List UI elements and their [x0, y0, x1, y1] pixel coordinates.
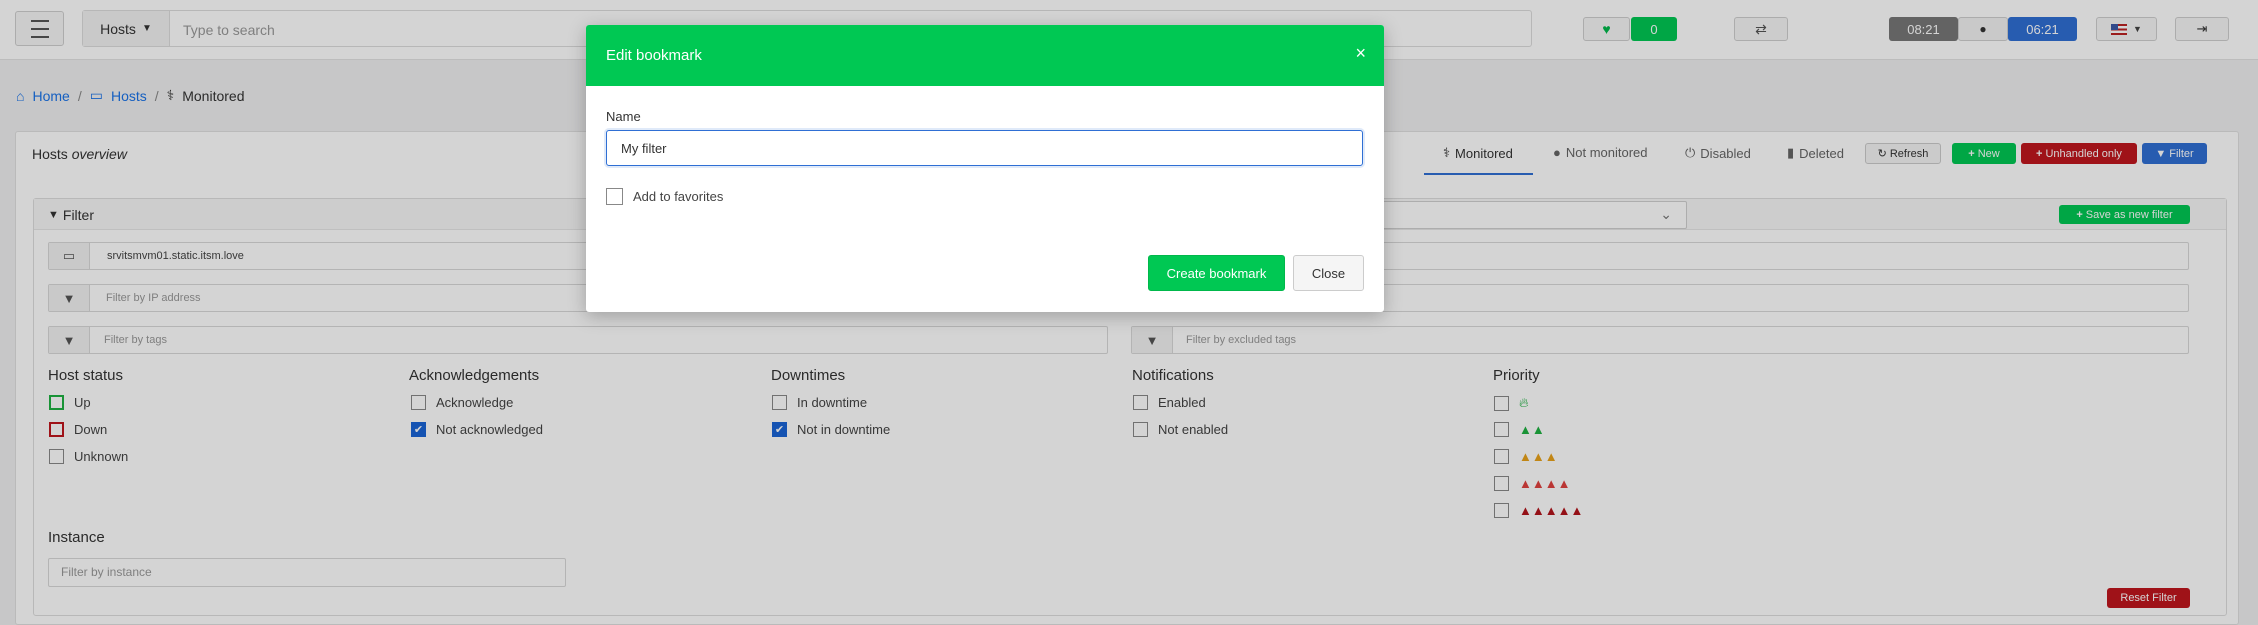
add-to-favorites-checkbox[interactable]: Add to favorites	[606, 188, 723, 205]
modal-title: Edit bookmark	[606, 47, 702, 64]
create-bookmark-button[interactable]: Create bookmark	[1148, 255, 1285, 291]
close-icon[interactable]: ×	[1355, 43, 1366, 64]
close-button[interactable]: Close	[1293, 255, 1364, 291]
modal-header: Edit bookmark ×	[586, 25, 1384, 86]
bookmark-name-input[interactable]	[606, 130, 1363, 166]
edit-bookmark-modal: Edit bookmark × Name Add to favorites Cr…	[586, 25, 1384, 312]
name-label: Name	[606, 109, 641, 124]
